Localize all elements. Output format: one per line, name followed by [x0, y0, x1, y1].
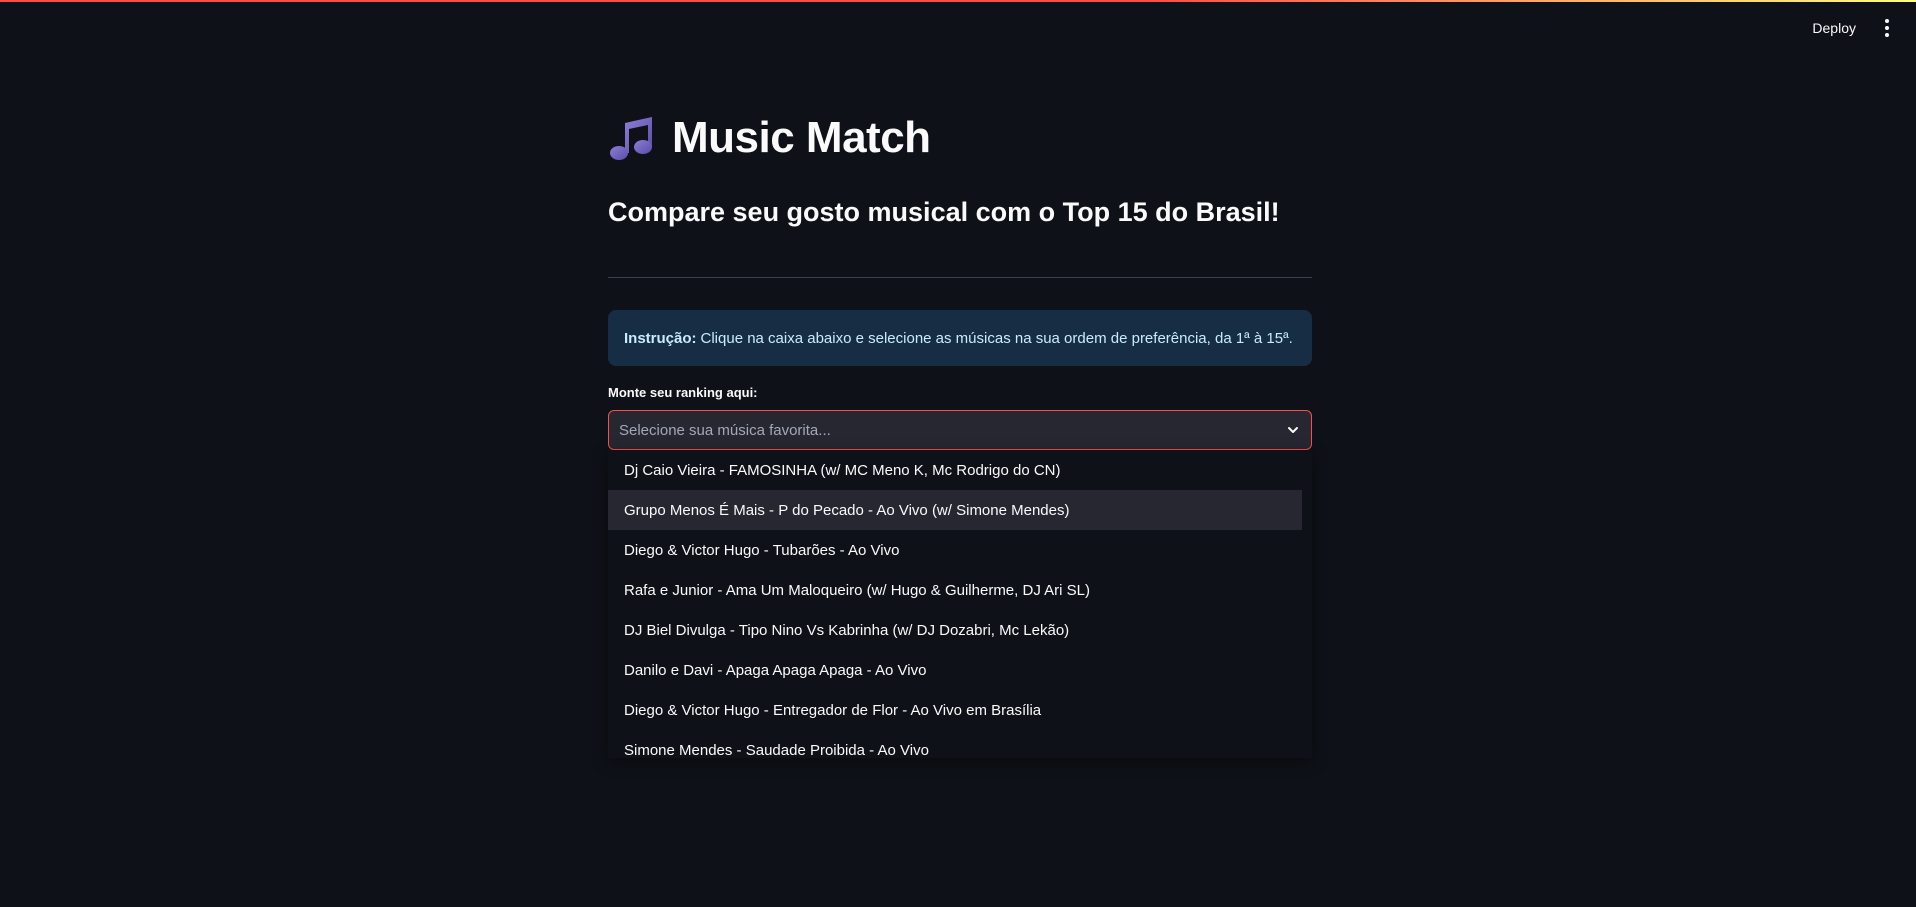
- info-text: Clique na caixa abaixo e selecione as mú…: [700, 329, 1293, 347]
- page-subtitle: Compare seu gosto musical com o Top 15 d…: [608, 197, 1280, 227]
- title-row: Music Match: [608, 112, 931, 164]
- song-option[interactable]: Grupo Menos É Mais - P do Pecado - Ao Vi…: [608, 490, 1302, 530]
- song-option[interactable]: Diego & Victor Hugo - Tubarões - Ao Vivo: [608, 530, 1302, 570]
- page-title: Music Match: [672, 113, 931, 162]
- deploy-button[interactable]: Deploy: [1806, 16, 1862, 40]
- select-placeholder: Selecione sua música favorita...: [619, 421, 831, 439]
- song-option[interactable]: Simone Mendes - Saudade Proibida - Ao Vi…: [608, 730, 1302, 759]
- divider: [608, 277, 1312, 278]
- info-alert: Instrução: Clique na caixa abaixo e sele…: [608, 310, 1312, 366]
- song-option[interactable]: Dj Caio Vieira - FAMOSINHA (w/ MC Meno K…: [608, 450, 1302, 490]
- top-decoration-bar: [0, 0, 1916, 2]
- chevron-down-icon[interactable]: [1285, 422, 1301, 438]
- song-option[interactable]: Rafa e Junior - Ama Um Maloqueiro (w/ Hu…: [608, 570, 1302, 610]
- app-header: Deploy: [1806, 0, 1916, 56]
- info-label: Instrução:: [624, 329, 697, 347]
- song-options-dropdown: Dj Caio Vieira - FAMOSINHA (w/ MC Meno K…: [608, 450, 1312, 758]
- song-option[interactable]: DJ Biel Divulga - Tipo Nino Vs Kabrinha …: [608, 610, 1302, 650]
- song-option[interactable]: Danilo e Davi - Apaga Apaga Apaga - Ao V…: [608, 650, 1302, 690]
- ranking-label: Monte seu ranking aqui:: [608, 385, 758, 400]
- vertical-dots-icon[interactable]: [1880, 17, 1894, 39]
- song-option[interactable]: Diego & Victor Hugo - Entregador de Flor…: [608, 690, 1302, 730]
- musical-notes-icon: [610, 117, 652, 160]
- song-select-input[interactable]: Selecione sua música favorita...: [608, 410, 1312, 450]
